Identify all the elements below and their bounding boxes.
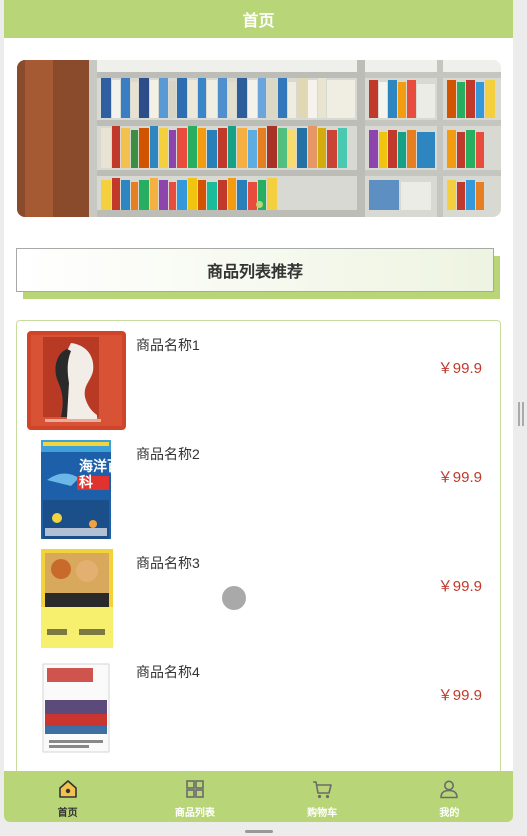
section-title: 商品列表推荐 — [206, 264, 303, 281]
product-name-2[interactable]: 商品名称2 — [136, 444, 200, 464]
banner-carousel[interactable] — [17, 60, 501, 217]
product-name-3[interactable]: 商品名称3 — [136, 553, 200, 573]
product-name-4[interactable]: 商品名称4 — [136, 662, 200, 682]
product-price-1: ￥99.9 — [437, 360, 482, 377]
banner-image — [17, 60, 501, 217]
product-thumbnail-1[interactable] — [27, 331, 126, 430]
product-price-3: ￥99.9 — [437, 578, 482, 595]
grid-icon — [186, 780, 204, 798]
product-cover-3 — [27, 549, 126, 648]
product-thumbnail-2[interactable]: 海洋百科 — [27, 440, 126, 539]
product-thumbnail-4[interactable] — [27, 658, 126, 757]
carousel-indicator-dot[interactable] — [256, 201, 263, 208]
tab-home-label: 首页 — [57, 808, 78, 819]
product-cover-1 — [27, 331, 126, 430]
top-navigation-bar: 首页 — [4, 0, 513, 38]
touch-indicator — [222, 586, 246, 610]
tab-mine[interactable]: 我的 — [386, 771, 513, 822]
tab-mine-label: 我的 — [439, 808, 460, 819]
tab-product-list-label: 商品列表 — [174, 808, 215, 819]
user-icon — [440, 780, 459, 799]
page-title: 首页 — [242, 13, 275, 30]
product-item-1[interactable]: 商品名称1 ￥99.9 — [17, 321, 500, 430]
product-price-2: ￥99.9 — [437, 469, 482, 486]
tab-cart[interactable]: 购物车 — [259, 771, 386, 822]
section-header-box: 商品列表推荐 — [16, 248, 494, 292]
product-item-4[interactable]: 商品名称4 ￥99.9 — [17, 648, 500, 757]
product-thumbnail-3[interactable] — [27, 549, 126, 648]
product-price-4: ￥99.9 — [437, 687, 482, 704]
bottom-tab-bar: 首页 商品列表 购物车 我的 — [4, 771, 513, 822]
product-cover-2-title: 海洋百科 — [79, 458, 121, 490]
tab-home[interactable]: 首页 — [4, 771, 131, 822]
product-cover-4 — [27, 658, 126, 757]
cart-icon — [313, 781, 332, 799]
product-name-1[interactable]: 商品名称1 — [136, 335, 200, 355]
product-item-2[interactable]: 海洋百科 商品名称2 ￥99.9 — [17, 430, 500, 539]
tab-cart-label: 购物车 — [307, 808, 338, 819]
tab-product-list[interactable]: 商品列表 — [131, 771, 258, 822]
resize-handle[interactable] — [518, 402, 524, 426]
section-header: 商品列表推荐 — [16, 248, 500, 300]
product-list: 商品名称1 ￥99.9 海洋百科 商品名称2 ￥99.9 商品名称3 ￥99.9… — [16, 320, 501, 790]
home-icon — [58, 780, 77, 798]
product-item-3[interactable]: 商品名称3 ￥99.9 — [17, 539, 500, 648]
home-indicator — [245, 830, 273, 833]
app-screen: 首页 商品列表推荐 商品名称1 ￥99.9 海洋百科 商品名称2 ￥99.9 商… — [4, 0, 513, 822]
